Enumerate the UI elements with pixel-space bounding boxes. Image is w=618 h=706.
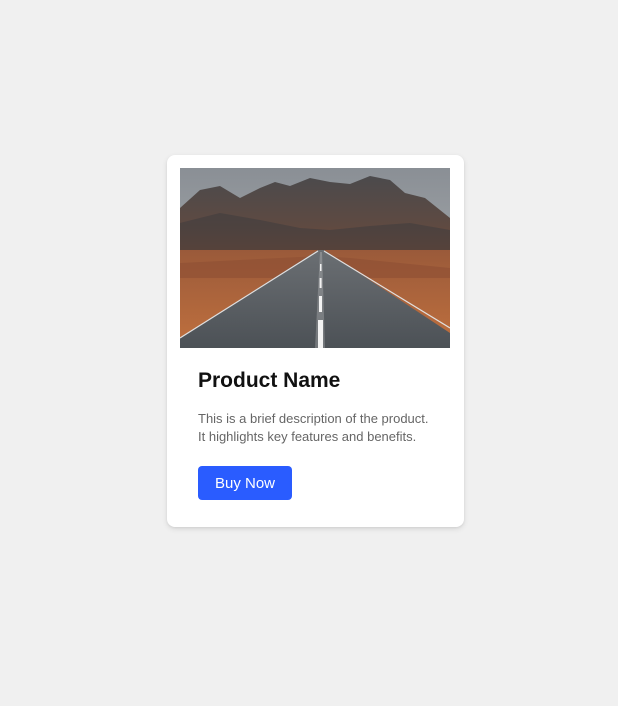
buy-now-button[interactable]: Buy Now — [198, 466, 292, 500]
product-description-line: This is a brief description of the produ… — [198, 411, 429, 426]
product-image — [180, 168, 450, 348]
product-title: Product Name — [198, 369, 341, 392]
product-description-line: It highlights key features and benefits. — [198, 429, 417, 444]
card-content: Product Name This is a brief description… — [198, 365, 438, 500]
product-description: This is a brief description of the produ… — [198, 410, 438, 446]
product-card: Product Name This is a brief description… — [167, 155, 464, 527]
